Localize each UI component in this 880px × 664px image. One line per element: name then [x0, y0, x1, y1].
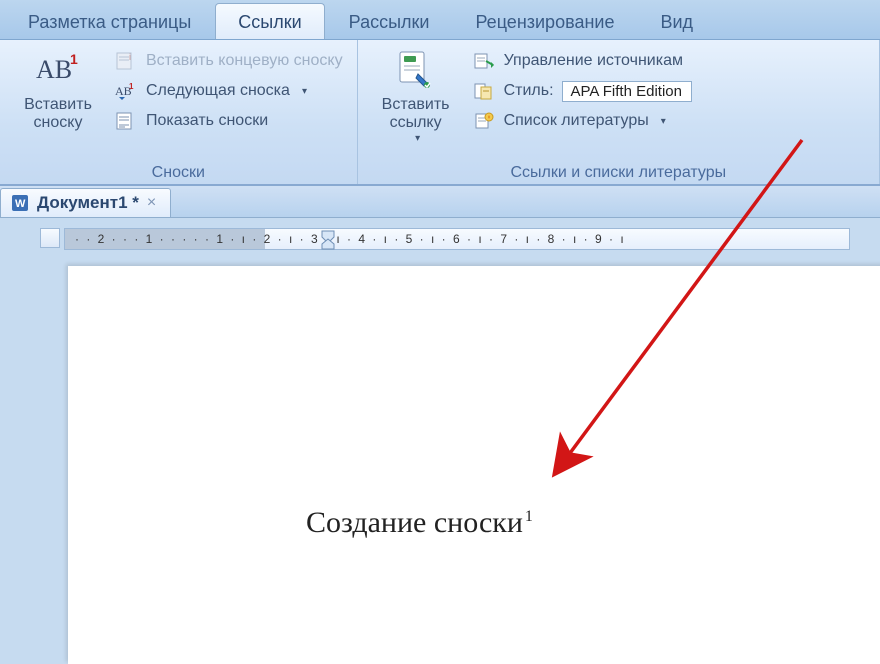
body-text: Создание сноски: [306, 506, 523, 539]
insert-citation-button[interactable]: Вставить ссылку ▾: [366, 44, 466, 144]
bibliography-icon: [472, 110, 496, 132]
manage-sources-icon: [472, 50, 496, 72]
style-icon: [472, 80, 496, 102]
svg-text:1: 1: [129, 82, 134, 91]
next-footnote-button[interactable]: AB 1 Следующая сноска ▾: [108, 78, 349, 104]
document-tab[interactable]: W Документ1 * ×: [0, 188, 171, 217]
chevron-down-icon: ▾: [661, 116, 666, 127]
tab-mailings[interactable]: Рассылки: [327, 4, 452, 39]
citations-group-title: Ссылки и списки литературы: [358, 164, 879, 182]
document-workspace: · · 2 · · · 1 · · · · · 1 · ı · 2 · ı · …: [0, 218, 880, 664]
bibliography-label: Список литературы: [504, 112, 649, 130]
manage-sources-label: Управление источникам: [504, 52, 683, 70]
bibliography-button[interactable]: Список литературы ▾: [466, 108, 698, 134]
ribbon-group-footnotes: AB 1 Вставить сноску i: [0, 40, 358, 184]
footnote-reference-mark: 1: [525, 508, 533, 525]
show-notes-button[interactable]: Показать сноски: [108, 108, 349, 134]
svg-text:1: 1: [70, 51, 78, 67]
style-label: Стиль:: [504, 82, 554, 100]
document-body-text[interactable]: Создание сноски1: [306, 506, 533, 540]
tab-page-layout[interactable]: Разметка страницы: [6, 4, 213, 39]
citation-style-row: Стиль: APA Fifth Edition: [466, 78, 698, 104]
horizontal-ruler[interactable]: · · 2 · · · 1 · · · · · 1 · ı · 2 · ı · …: [64, 228, 850, 250]
tab-view[interactable]: Вид: [638, 4, 715, 39]
insert-citation-label: Вставить ссылку: [382, 96, 450, 133]
insert-endnote-button[interactable]: i Вставить концевую сноску: [108, 48, 349, 74]
footnote-ab-icon: AB 1: [36, 48, 80, 92]
document-page[interactable]: Создание сноски1: [68, 266, 880, 664]
word-doc-icon: W: [11, 194, 29, 212]
ribbon-tabs: Разметка страницы Ссылки Рассылки Реценз…: [0, 0, 880, 40]
next-footnote-icon: AB 1: [114, 80, 138, 102]
insert-endnote-label: Вставить концевую сноску: [146, 52, 343, 70]
chevron-down-icon: ▾: [415, 133, 420, 145]
show-notes-label: Показать сноски: [146, 112, 268, 130]
document-tab-bar: W Документ1 * ×: [0, 186, 880, 218]
ribbon-group-citations: Вставить ссылку ▾: [358, 40, 880, 184]
svg-text:W: W: [15, 198, 26, 210]
svg-text:AB: AB: [36, 55, 72, 84]
chevron-down-icon: ▾: [302, 86, 307, 97]
document-tab-label: Документ1 *: [37, 193, 139, 213]
footnotes-group-title: Сноски: [0, 164, 357, 182]
show-notes-icon: [114, 110, 138, 132]
ruler-ticks: · · 2 · · · 1 · · · · · 1 · ı · 2 · ı · …: [65, 229, 849, 249]
ribbon: AB 1 Вставить сноску i: [0, 40, 880, 186]
insert-footnote-label: Вставить сноску: [24, 96, 92, 133]
ruler-corner-button[interactable]: [40, 228, 60, 248]
style-dropdown[interactable]: APA Fifth Edition: [562, 81, 692, 102]
close-icon[interactable]: ×: [147, 194, 156, 212]
manage-sources-button[interactable]: Управление источникам: [466, 48, 698, 74]
ruler-indent-marker[interactable]: [321, 229, 339, 255]
tab-review[interactable]: Рецензирование: [453, 4, 636, 39]
svg-text:i: i: [129, 52, 131, 62]
insert-footnote-button[interactable]: AB 1 Вставить сноску: [8, 44, 108, 134]
endnote-icon: i: [114, 50, 138, 72]
insert-citation-icon: [394, 48, 438, 92]
next-footnote-label: Следующая сноска: [146, 82, 290, 100]
tab-references[interactable]: Ссылки: [215, 3, 324, 39]
